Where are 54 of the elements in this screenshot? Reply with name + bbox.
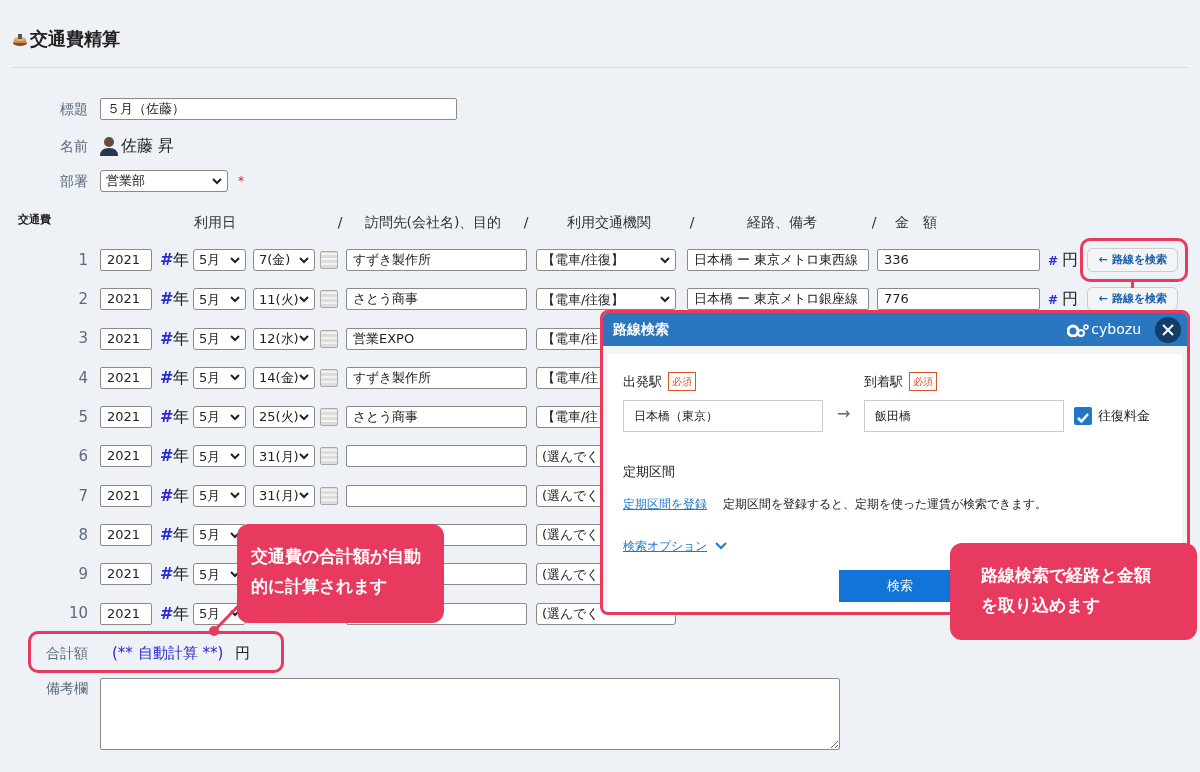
required-badge: 必須 — [668, 372, 696, 392]
total-value: (** 自動計算 **) — [112, 642, 224, 664]
column-header: 利用交通機関 — [566, 213, 652, 232]
row-number: 9 — [77, 564, 88, 586]
row-number: 7 — [77, 485, 88, 507]
brand-name: cybozu — [1091, 320, 1141, 339]
year-unit: #年 — [160, 366, 190, 389]
callout-tooltip: 路線検索で経路と金額を取り込めます — [950, 543, 1197, 640]
field-label: 出発駅 — [623, 373, 662, 391]
total-unit: 円 — [235, 642, 251, 664]
row-number: 4 — [77, 367, 88, 389]
column-header: 経路、備考 — [746, 213, 818, 232]
field-label: 標題 — [59, 99, 88, 119]
field-label: 名前 — [59, 136, 88, 156]
column-header: / — [688, 213, 696, 232]
checkbox-label: 往復料金 — [1098, 407, 1151, 425]
row-number: 6 — [77, 446, 88, 468]
year-unit: #年 — [160, 249, 190, 271]
year-unit: #年 — [160, 288, 190, 311]
dialog-title: 路線検索 — [613, 321, 669, 338]
section-label: 交通費 — [17, 212, 52, 228]
year-unit: #年 — [160, 484, 190, 507]
year-unit: #年 — [160, 445, 190, 468]
year-unit: #年 — [160, 327, 190, 350]
required-mark: * — [238, 173, 244, 190]
row-number: 3 — [77, 328, 88, 350]
year-unit: #年 — [160, 563, 190, 586]
column-header: 金 額 — [894, 213, 938, 232]
row-number: 1 — [77, 249, 88, 271]
column-header: / — [522, 213, 530, 232]
required-badge: 必須 — [909, 372, 938, 392]
column-header: / — [870, 213, 878, 232]
row-number: 8 — [77, 524, 88, 546]
page-title: 交通費精算 — [30, 27, 120, 50]
row-number: 10 — [67, 603, 88, 625]
yen-unit: # 円 — [1048, 249, 1080, 271]
field-label: 部署 — [59, 171, 88, 191]
year-unit: #年 — [160, 602, 190, 625]
field-label: 備考欄 — [45, 679, 88, 699]
arrow-text: → — [837, 402, 851, 425]
row-number: 5 — [77, 406, 88, 428]
column-header: 利用日 — [193, 213, 237, 232]
yen-unit: # 円 — [1048, 288, 1080, 311]
section-heading: 定期区間 — [623, 462, 676, 481]
total-label: 合計額 — [45, 643, 88, 663]
field-label: 到着駅 — [864, 373, 904, 391]
column-header: / — [336, 213, 344, 232]
year-unit: #年 — [160, 406, 190, 429]
user-name: 佐藤 昇 — [121, 135, 175, 157]
info-text: 定期区間を登録すると、定期を使った運賃が検索できます。 — [723, 496, 1047, 513]
year-unit: #年 — [160, 524, 190, 547]
row-number: 2 — [77, 289, 88, 311]
column-header: 訪問先(会社名)、目的 — [363, 213, 503, 232]
callout-tooltip: 交通費の合計額が自動的に計算されます — [237, 524, 444, 623]
